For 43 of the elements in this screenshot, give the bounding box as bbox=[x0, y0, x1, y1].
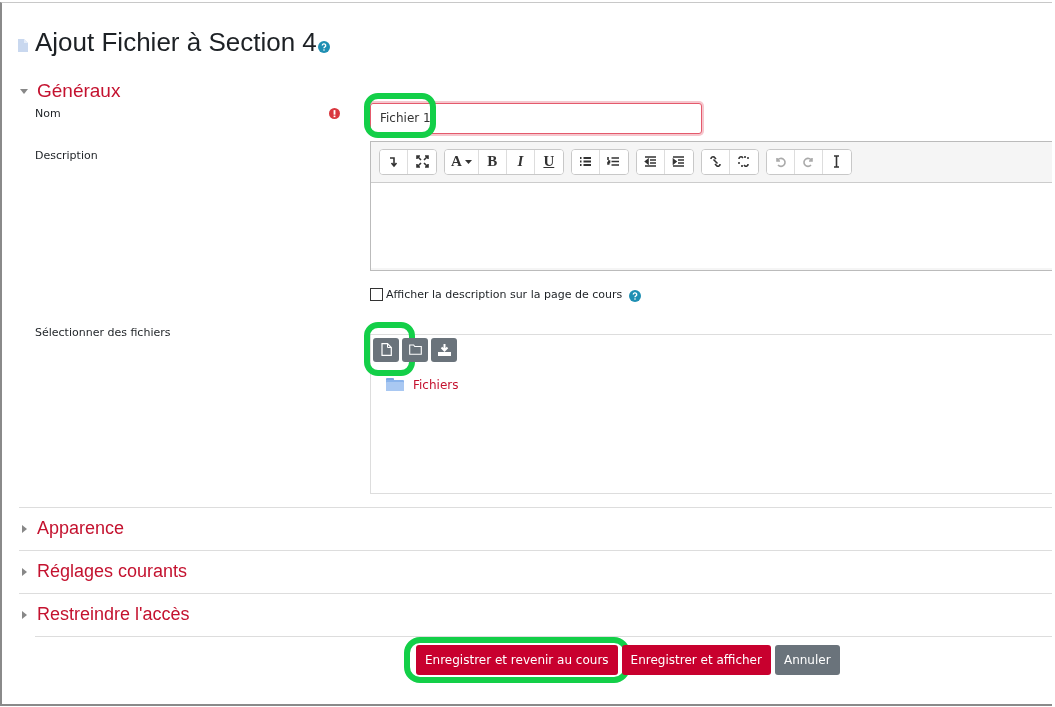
arrow-down-icon bbox=[387, 155, 400, 168]
name-input[interactable]: Fichier 1 bbox=[370, 102, 702, 134]
caret-icon[interactable] bbox=[19, 86, 29, 96]
page-title: Ajout Fichier à Section 4 bbox=[35, 26, 317, 58]
help-icon[interactable] bbox=[629, 289, 642, 302]
fullscreen-icon bbox=[415, 155, 429, 168]
toolbar-button[interactable] bbox=[701, 149, 730, 174]
caret-icon[interactable] bbox=[19, 523, 29, 534]
save-button[interactable]: Enregistrer et revenir au cours bbox=[416, 644, 618, 675]
new-folder-button[interactable] bbox=[402, 337, 428, 362]
toolbar-button[interactable]: A bbox=[445, 149, 479, 174]
field-label: Description bbox=[35, 148, 98, 162]
checkbox[interactable] bbox=[370, 287, 383, 301]
section-title[interactable]: Apparence bbox=[37, 518, 125, 539]
redo-icon bbox=[801, 155, 815, 168]
toolbar-button[interactable] bbox=[571, 149, 600, 174]
download-button[interactable] bbox=[431, 337, 457, 362]
file-icon bbox=[17, 38, 28, 52]
checkbox-label[interactable]: Afficher la description sur la page de cours bbox=[386, 287, 623, 301]
folder-icon bbox=[386, 378, 404, 391]
toolbar-button[interactable] bbox=[380, 149, 408, 174]
bullet-list-icon bbox=[578, 155, 592, 168]
section-title[interactable]: Réglages courants bbox=[37, 561, 188, 582]
folder-icon bbox=[408, 344, 422, 355]
folder-link[interactable]: Fichiers bbox=[413, 377, 459, 392]
download-icon bbox=[437, 343, 451, 356]
undo-icon bbox=[773, 155, 787, 168]
numbered-list-icon bbox=[607, 155, 621, 168]
outdent-icon bbox=[643, 155, 657, 168]
save-button[interactable]: Enregistrer et afficher bbox=[621, 644, 771, 675]
section-title[interactable]: Généraux bbox=[37, 80, 121, 102]
section-title[interactable]: Restreindre l'accès bbox=[37, 604, 190, 625]
field-label: Nom bbox=[35, 107, 61, 120]
field-label: Sélectionner des fichiers bbox=[35, 325, 171, 339]
add-file-button[interactable] bbox=[373, 337, 399, 362]
toolbar-button[interactable] bbox=[636, 149, 665, 174]
cancel-button[interactable]: Annuler bbox=[774, 644, 840, 675]
help-icon[interactable] bbox=[317, 41, 330, 53]
file-icon bbox=[380, 343, 392, 356]
caret-icon[interactable] bbox=[19, 566, 29, 577]
indent-icon bbox=[672, 155, 686, 168]
caret-icon bbox=[464, 159, 472, 164]
caret-icon[interactable] bbox=[19, 609, 29, 620]
